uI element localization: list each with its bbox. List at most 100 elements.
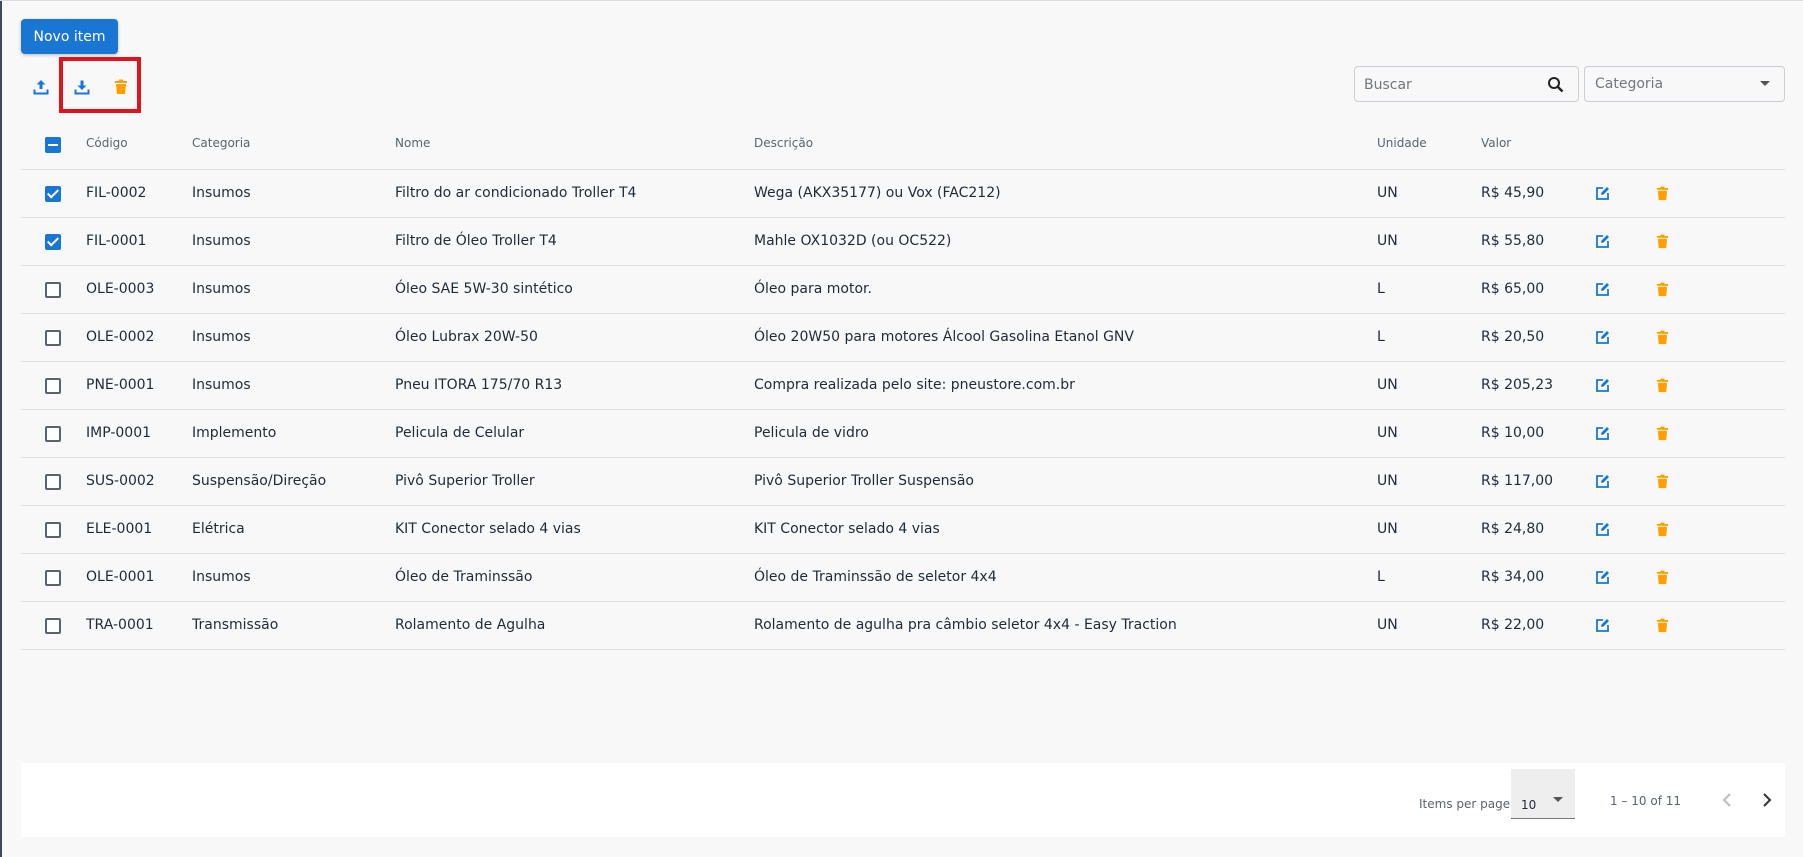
cell-description: Compra realizada pelo site: pneustore.co… [754,377,1075,393]
header-name[interactable]: Nome [395,136,430,150]
row-checkbox[interactable] [45,378,61,394]
table-row[interactable]: ELE-0001 Elétrica KIT Conector selado 4 vi… [21,506,1785,554]
trash-icon[interactable] [1653,328,1671,346]
row-checkbox[interactable] [45,426,61,442]
cell-code: FIL-0001 [86,233,147,249]
trash-icon[interactable] [1653,568,1671,586]
cell-name: Óleo SAE 5W-30 sintético [395,281,573,297]
table-row[interactable]: OLE-0001 Insumos Óleo de Traminssão Óleo de… [21,554,1785,602]
cell-name: Óleo de Traminssão [395,569,533,585]
cell-category: Insumos [192,377,251,393]
row-checkbox[interactable] [45,234,61,250]
trash-icon[interactable] [1653,520,1671,538]
edit-icon[interactable] [1593,520,1611,538]
table-body: FIL-0002 Insumos Filtro do ar condicionado… [21,170,1785,650]
items-per-page-value: 10 [1521,798,1537,812]
cell-code: IMP-0001 [86,425,152,441]
row-checkbox[interactable] [45,282,61,298]
search-field[interactable] [1354,66,1579,102]
cell-description: Mahle OX1032D (ou OC522) [754,233,952,249]
edit-icon[interactable] [1593,280,1611,298]
table-row[interactable]: FIL-0001 Insumos Filtro de Óleo Troller T4… [21,218,1785,266]
category-select-placeholder: Categoria [1595,76,1664,92]
row-checkbox[interactable] [45,522,61,538]
trash-icon[interactable] [1653,232,1671,250]
table-row[interactable]: SUS-0002 Suspensão/Direção Pivô Superior T… [21,458,1785,506]
new-item-button[interactable]: Novo item [21,19,118,54]
cell-unit: UN [1377,617,1398,633]
cell-description: KIT Conector selado 4 vias [754,521,940,537]
header-category[interactable]: Categoria [192,136,250,150]
edit-icon[interactable] [1593,184,1611,202]
trash-icon[interactable] [1653,376,1671,394]
cell-description: Pivô Superior Troller Suspensão [754,473,974,489]
edit-icon[interactable] [1593,376,1611,394]
cell-unit: UN [1377,185,1398,201]
page-range-label: 1 – 10 of 11 [1610,794,1681,808]
trash-icon[interactable] [1653,184,1671,202]
category-select[interactable]: Categoria [1584,66,1785,102]
table-row[interactable]: FIL-0002 Insumos Filtro do ar condicionado… [21,170,1785,218]
items-per-page-label: Items per page: [1419,797,1515,811]
cell-value: R$ 24,80 [1481,521,1545,537]
cell-name: Pivô Superior Troller [395,473,535,489]
header-description[interactable]: Descrição [754,136,813,150]
cell-category: Suspensão/Direção [192,473,327,489]
trash-icon[interactable] [1653,472,1671,490]
edit-icon[interactable] [1593,232,1611,250]
edit-icon[interactable] [1593,568,1611,586]
search-icon[interactable] [1547,76,1564,97]
select-all-checkbox[interactable] [45,137,61,153]
table-header: Código Categoria Nome Descrição Unidade … [21,120,1785,170]
next-page-button[interactable] [1755,788,1779,812]
row-checkbox[interactable] [45,474,61,490]
trash-icon[interactable] [1653,424,1671,442]
previous-page-button[interactable] [1715,788,1739,812]
edit-icon[interactable] [1593,616,1611,634]
row-checkbox[interactable] [45,186,61,202]
table-row[interactable]: PNE-0001 Insumos Pneu ITORA 175/70 R13 Comp… [21,362,1785,410]
download-icon[interactable] [71,76,93,98]
header-unit[interactable]: Unidade [1377,136,1427,150]
edit-icon[interactable] [1593,424,1611,442]
row-checkbox[interactable] [45,330,61,346]
cell-name: Rolamento de Agulha [395,617,546,633]
cell-unit: L [1377,329,1385,345]
cell-description: Wega (AKX35177) ou Vox (FAC212) [754,185,1001,201]
upload-icon[interactable] [30,76,52,98]
edit-icon[interactable] [1593,328,1611,346]
cell-name: Filtro do ar condicionado Troller T4 [395,185,637,201]
cell-code: SUS-0002 [86,473,155,489]
cell-description: Óleo de Traminssão de seletor 4x4 [754,569,997,585]
table-row[interactable]: TRA-0001 Transmissão Rolamento de Agulha Ro… [21,602,1785,650]
cell-unit: UN [1377,521,1398,537]
table-row[interactable]: IMP-0001 Implemento Pelicula de Celular Pel… [21,410,1785,458]
trash-icon[interactable] [110,76,132,98]
cell-description: Óleo para motor. [754,281,872,297]
table-row[interactable]: OLE-0002 Insumos Óleo Lubrax 20W-50 Óleo 20… [21,314,1785,362]
cell-code: OLE-0001 [86,569,155,585]
header-value[interactable]: Valor [1481,136,1511,150]
edit-icon[interactable] [1593,472,1611,490]
trash-icon[interactable] [1653,616,1671,634]
cell-code: FIL-0002 [86,185,147,201]
cell-category: Insumos [192,281,251,297]
cell-value: R$ 205,23 [1481,377,1554,393]
trash-icon[interactable] [1653,280,1671,298]
search-input[interactable] [1364,74,1534,96]
cell-category: Insumos [192,569,251,585]
table-row[interactable]: OLE-0003 Insumos Óleo SAE 5W-30 sintético Ó… [21,266,1785,314]
cell-value: R$ 117,00 [1481,473,1554,489]
row-checkbox[interactable] [45,570,61,586]
items-per-page-select[interactable]: 10 [1511,769,1575,819]
cell-code: OLE-0002 [86,329,155,345]
header-code[interactable]: Código [86,136,128,150]
cell-value: R$ 22,00 [1481,617,1545,633]
cell-value: R$ 65,00 [1481,281,1545,297]
cell-description: Rolamento de agulha pra câmbio seletor 4… [754,617,1177,633]
chevron-down-icon [1553,797,1563,802]
cell-unit: UN [1377,473,1398,489]
cell-name: Óleo Lubrax 20W-50 [395,329,538,345]
cell-unit: L [1377,569,1385,585]
row-checkbox[interactable] [45,618,61,634]
